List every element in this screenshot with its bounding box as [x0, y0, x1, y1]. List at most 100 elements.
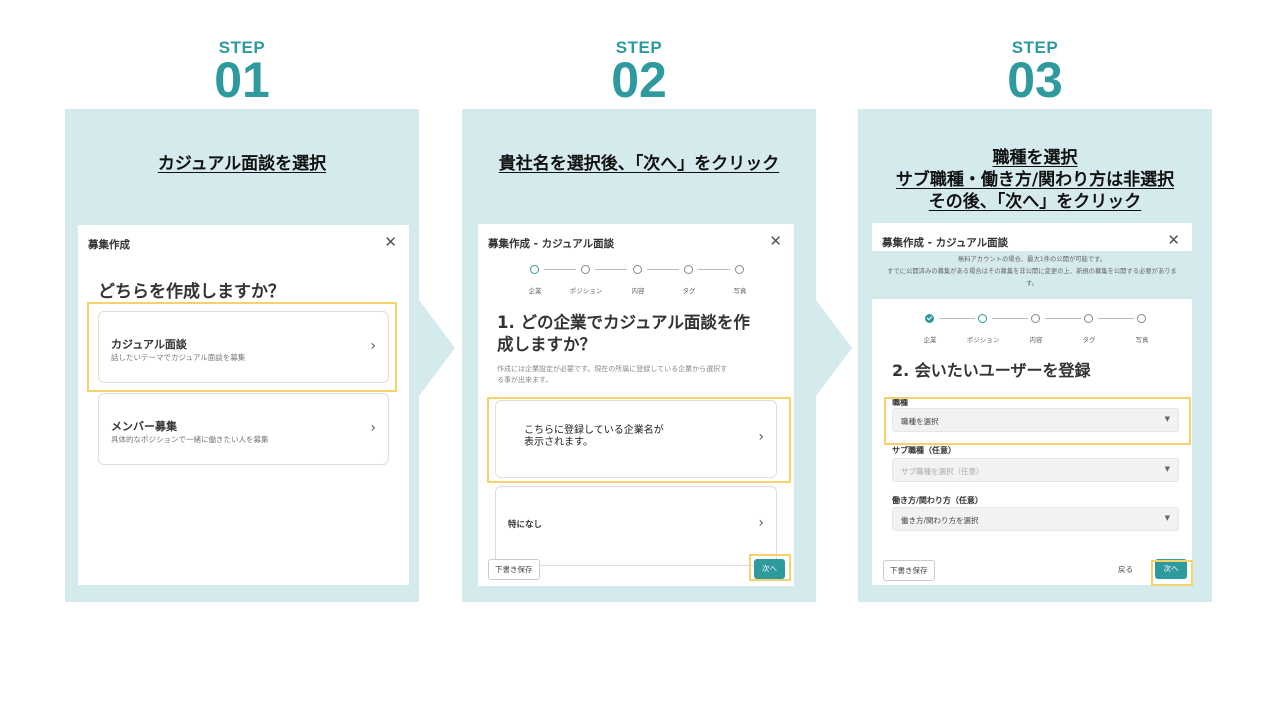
step-dot-content	[1031, 314, 1040, 323]
caret-down-icon: ▼	[1164, 465, 1170, 473]
member-recruit-option[interactable]: メンバー募集 具体的なポジションで一緒に働きたい人を募集 ›	[98, 393, 389, 465]
step-dot-tag	[1084, 314, 1093, 323]
section-heading: 2. 会いたいユーザーを登録	[892, 361, 1091, 380]
step-label-photo: 写真	[1135, 336, 1149, 344]
step-connector	[698, 269, 730, 270]
step-01-instruction: カジュアル面談を選択	[65, 153, 419, 175]
select-value: 職種を選択	[901, 417, 939, 426]
banner-line: す。	[1026, 280, 1038, 287]
step-dot-tag	[684, 265, 693, 274]
step-label-company: 企業	[923, 336, 937, 344]
step-connector	[992, 318, 1028, 319]
step-connector	[647, 269, 679, 270]
company-note: 作成には企業設定が必要です。現在の所属に登録している企業から選択す る事が出来ま…	[497, 364, 727, 386]
step-connector	[595, 269, 627, 270]
close-icon[interactable]: ✕	[1167, 231, 1180, 249]
step-01-header: STEP 01	[142, 38, 342, 108]
step-03-header: STEP 03	[935, 38, 1135, 108]
step-number: 03	[1007, 52, 1063, 108]
select-value: サブ職種を選択（任意）	[901, 467, 984, 476]
question-line: 成しますか？	[497, 335, 596, 354]
step-connector	[544, 269, 576, 270]
caret-down-icon: ▼	[1164, 514, 1170, 522]
company-name-line: こちらに登録している企業名が	[524, 425, 664, 436]
work-style-select[interactable]: 働き方/関わり方を選択 ▼	[892, 507, 1179, 531]
step-label-tag: タグ	[682, 287, 696, 295]
caret-down-icon: ▼	[1164, 415, 1170, 423]
step-number: 01	[214, 52, 270, 108]
step-label-content: 内容	[631, 287, 645, 295]
next-button[interactable]: 次へ	[1155, 559, 1187, 579]
banner-line: すでに公開済みの募集がある場合はその募集を非公開に変更の上、新規の募集を公開する…	[887, 268, 1177, 275]
step-dot-company	[530, 265, 539, 274]
company-option[interactable]: こちらに登録している企業名が 表示されます。 ›	[495, 400, 777, 478]
step-label-tag: タグ	[1082, 336, 1096, 344]
job-type-select[interactable]: 職種を選択 ▼	[892, 408, 1179, 432]
note-line: る事が出来ます。	[497, 376, 553, 384]
question-line: 1. どの企業でカジュアル面談を作	[497, 313, 750, 332]
next-step-arrow	[419, 300, 455, 396]
step-connector	[1045, 318, 1081, 319]
chevron-right-icon: ›	[758, 429, 764, 445]
option-subtitle: 具体的なポジションで一緒に働きたい人を募集	[111, 435, 269, 444]
close-icon[interactable]: ✕	[769, 232, 782, 250]
sub-job-type-select[interactable]: サブ職種を選択（任意） ▼	[892, 458, 1179, 482]
check-icon	[925, 314, 934, 323]
work-style-label: 働き方/関わり方（任意）	[892, 496, 983, 505]
step-dot-position	[978, 314, 987, 323]
note-line: 作成には企業設定が必要です。現在の所属に登録している企業から選択す	[497, 365, 728, 373]
chevron-right-icon: ›	[758, 515, 764, 531]
save-draft-button[interactable]: 下書き保存	[883, 560, 935, 581]
step-03-panel: 職種を選択 サブ職種・働き方/関わり方は非選択 その後、「次へ」をクリック 募集…	[858, 109, 1212, 602]
step-number: 02	[611, 52, 667, 108]
no-company-option[interactable]: 特になし ›	[495, 486, 777, 566]
step-connector	[1098, 318, 1134, 319]
step-01-panel: カジュアル面談を選択 募集作成 ✕ どちらを作成しますか？ カジュアル面談 話し…	[65, 109, 419, 602]
option-title: 特になし	[508, 520, 543, 530]
option-subtitle: 話したいテーマでカジュアル面談を募集	[111, 353, 246, 362]
instruction-text: その後、「次へ」をクリック	[928, 192, 1142, 212]
next-button[interactable]: 次へ	[754, 559, 785, 579]
step-02-header: STEP 02	[539, 38, 739, 108]
free-account-banner: 無料アカウントの場合、最大1件の公開が可能です。 すでに公開済みの募集がある場合…	[872, 251, 1192, 299]
create-post-dialog: 募集作成 ✕ どちらを作成しますか？ カジュアル面談 話したいテーマでカジュアル…	[78, 225, 409, 585]
next-step-arrow	[816, 300, 852, 396]
step-02-panel: 貴社名を選択後、「次へ」をクリック 募集作成 - カジュアル面談 ✕ 企業 ポジ…	[462, 109, 816, 602]
sub-job-type-label: サブ職種（任意）	[892, 446, 956, 455]
dialog-title: 募集作成	[88, 239, 130, 251]
progress-stepper: 企業 ポジション 内容 タグ 写真	[872, 313, 1192, 344]
dialog-question: どちらを作成しますか？	[98, 282, 285, 302]
step-02-instruction: 貴社名を選択後、「次へ」をクリック	[462, 153, 816, 175]
instruction-text: カジュアル面談を選択	[157, 154, 327, 174]
step-03-instruction: 職種を選択 サブ職種・働き方/関わり方は非選択 その後、「次へ」をクリック	[858, 147, 1212, 213]
select-value: 働き方/関わり方を選択	[901, 516, 979, 525]
dialog-title: 募集作成 - カジュアル面談	[488, 238, 615, 250]
step-connector	[939, 318, 975, 319]
step-label-company: 企業	[528, 287, 542, 295]
step-label-content: 内容	[1029, 336, 1043, 344]
instruction-text: 貴社名を選択後、「次へ」をクリック	[498, 154, 780, 174]
step-label-position: ポジション	[966, 336, 1000, 344]
job-type-label: 職種	[892, 398, 908, 407]
dialog-title: 募集作成 - カジュアル面談	[882, 237, 1009, 249]
casual-interview-dialog: 募集作成 - カジュアル面談 ✕ 企業 ポジション 内容 タグ 写真 1. どの…	[478, 224, 794, 586]
progress-stepper: 企業 ポジション 内容 タグ 写真	[478, 264, 794, 295]
step-label-photo: 写真	[733, 287, 747, 295]
back-button[interactable]: 戻る	[1118, 564, 1133, 575]
casual-interview-option[interactable]: カジュアル面談 話したいテーマでカジュアル面談を募集 ›	[98, 311, 389, 383]
chevron-right-icon: ›	[370, 420, 376, 436]
step-dot-position	[581, 265, 590, 274]
option-title: メンバー募集	[111, 420, 177, 433]
company-name-line: 表示されます。	[524, 437, 593, 448]
step-dot-photo	[1137, 314, 1146, 323]
company-name: こちらに登録している企業名が 表示されます。	[524, 425, 664, 449]
close-icon[interactable]: ✕	[384, 233, 397, 251]
dialog-question: 1. どの企業でカジュアル面談を作 成しますか？	[497, 312, 750, 356]
instruction-text: 職種を選択	[992, 148, 1078, 168]
save-draft-button[interactable]: 下書き保存	[488, 559, 540, 580]
step-dot-content	[633, 265, 642, 274]
register-user-dialog: 募集作成 - カジュアル面談 ✕ 無料アカウントの場合、最大1件の公開が可能です…	[872, 223, 1192, 585]
step-dot-photo	[735, 265, 744, 274]
chevron-right-icon: ›	[370, 338, 376, 354]
step-label-position: ポジション	[569, 287, 603, 295]
